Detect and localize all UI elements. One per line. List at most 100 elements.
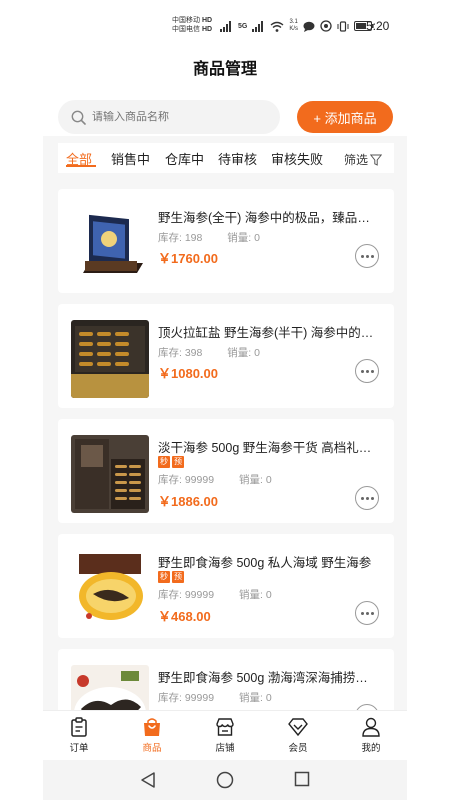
product-card[interactable]: 淡干海参 500g 野生海参干货 高档礼盒装 秒 预 库存: 99999 销量:… — [58, 419, 394, 523]
vibrate-icon — [337, 20, 349, 32]
status-bar: 中国移动 HD 中国电信 HD 5G 3.1 K/s 5:20 — [0, 0, 450, 40]
tabbar-label-products: 商品 — [142, 743, 162, 754]
wifi-icon — [270, 21, 284, 32]
presale-tag: 预 — [172, 571, 184, 583]
more-actions-button[interactable] — [355, 486, 379, 510]
sales-label: 销量: — [238, 692, 263, 704]
filter-button[interactable]: 筛选 — [344, 151, 383, 168]
status-icons: 5G 3.1 K/s — [220, 18, 374, 34]
flash-sale-tag: 秒 — [158, 456, 170, 468]
tabbar-label-mine: 我的 — [361, 743, 381, 754]
hd-badge-2: HD — [201, 26, 213, 33]
signal-icon — [220, 20, 231, 32]
tabbar-label-members: 会员 — [288, 743, 308, 754]
product-card[interactable]: 顶火拉缸盐 野生海参(半干) 海参中的极品 500g 库存: 398 销量: 0… — [58, 304, 394, 408]
status-tabs: 全部 销售中 仓库中 待审核 审核失败 筛选 — [58, 143, 394, 173]
product-tags: 秒 预 — [158, 571, 184, 583]
tab-in-warehouse[interactable]: 仓库中 — [165, 149, 204, 168]
filter-icon — [370, 154, 383, 166]
sales-label: 销量: — [238, 589, 263, 601]
flash-sale-tag: 秒 — [158, 571, 170, 583]
product-title: 野生即食海参 500g 渤海湾深海捕捞海参 — [158, 671, 380, 685]
recents-icon[interactable] — [294, 771, 310, 787]
sales-value: 0 — [265, 474, 272, 486]
sales-label: 销量: — [238, 474, 263, 486]
more-icon — [360, 496, 364, 500]
search-bar[interactable] — [58, 100, 280, 134]
more-icon — [360, 369, 364, 373]
network-speed: 3.1 K/s — [289, 19, 298, 33]
bottom-tab-bar: 订单 商品 店铺 会员 我的 — [43, 710, 407, 760]
stock-label: 库存: — [158, 347, 182, 359]
stock-value: 398 — [184, 347, 203, 359]
product-image — [71, 435, 149, 513]
product-price: ￥1886.00 — [158, 494, 218, 509]
home-icon[interactable] — [216, 771, 234, 789]
diamond-icon — [288, 718, 308, 737]
product-title: 野生即食海参 500g 私人海域 野生海参 — [158, 556, 372, 570]
tab-pending-review[interactable]: 待审核 — [218, 149, 257, 168]
tab-review-failed[interactable]: 审核失败 — [271, 149, 323, 168]
product-title: 野生海参(全干) 海参中的极品，臻品海参 500g — [158, 211, 380, 225]
product-price: ￥1760.00 — [158, 251, 218, 266]
product-image — [71, 550, 149, 628]
product-title: 淡干海参 500g 野生海参干货 高档礼盒装 — [158, 441, 380, 455]
stock-label: 库存: — [158, 474, 182, 486]
active-tab-indicator — [66, 165, 96, 167]
sales-value: 0 — [265, 692, 272, 704]
more-actions-button[interactable] — [355, 359, 379, 383]
signal-icon-2 — [252, 20, 264, 32]
sales-value: 0 — [254, 232, 260, 244]
product-image — [71, 665, 149, 710]
product-price: ￥468.00 — [158, 609, 211, 624]
product-card[interactable]: 野生海参(全干) 海参中的极品，臻品海参 500g 库存: 198 销量: 0 … — [58, 189, 394, 293]
more-actions-button[interactable] — [355, 244, 379, 268]
sales-label: 销量: — [227, 232, 252, 244]
product-stats: 库存: 99999 销量: 0 — [158, 472, 272, 487]
system-navigation-bar — [43, 760, 407, 800]
tabbar-item-mine[interactable]: 我的 — [341, 717, 401, 754]
sales-label: 销量: — [227, 347, 252, 359]
page-title: 商品管理 — [192, 61, 257, 78]
search-icon — [71, 110, 86, 125]
order-icon — [71, 717, 87, 737]
stock-value: 198 — [184, 232, 203, 244]
tabbar-item-store[interactable]: 店铺 — [195, 717, 255, 754]
user-icon — [362, 717, 380, 737]
tabbar-item-orders[interactable]: 订单 — [49, 717, 109, 754]
carrier-info: 中国移动 HD 中国电信 HD — [172, 16, 212, 34]
stock-value: 99999 — [184, 692, 215, 704]
product-image — [71, 205, 149, 283]
carrier-2: 中国电信 — [172, 26, 200, 33]
more-actions-button[interactable] — [355, 601, 379, 625]
tabbar-item-members[interactable]: 会员 — [268, 717, 328, 754]
more-icon — [360, 254, 364, 258]
back-icon[interactable] — [140, 771, 156, 789]
tabbar-item-products[interactable]: 商品 — [122, 717, 182, 754]
presale-tag: 预 — [172, 456, 184, 468]
carrier-1: 中国移动 — [172, 17, 200, 24]
product-card[interactable]: 野生即食海参 500g 私人海域 野生海参 秒 预 库存: 99999 销量: … — [58, 534, 394, 638]
sales-value: 0 — [254, 347, 260, 359]
product-title: 顶火拉缸盐 野生海参(半干) 海参中的极品 500g — [158, 326, 380, 340]
message-icon — [303, 21, 315, 32]
add-product-button[interactable]: + 添加商品 — [297, 101, 393, 133]
speed-value: 3.1 — [289, 19, 298, 25]
product-stats: 库存: 398 销量: 0 — [158, 345, 260, 360]
stock-value: 99999 — [184, 589, 215, 601]
product-tags: 秒 预 — [158, 456, 184, 468]
tab-on-sale[interactable]: 销售中 — [111, 149, 150, 168]
product-stats: 库存: 198 销量: 0 — [158, 230, 260, 245]
stock-label: 库存: — [158, 589, 182, 601]
tabbar-label-orders: 订单 — [69, 743, 89, 754]
search-input[interactable] — [92, 111, 262, 123]
app-notification-icon — [320, 20, 332, 32]
bag-icon — [144, 718, 160, 736]
product-stats: 库存: 99999 销量: 0 — [158, 690, 272, 705]
stock-value: 99999 — [184, 474, 215, 486]
store-icon — [216, 718, 234, 736]
clock: 5:20 — [366, 19, 390, 33]
stock-label: 库存: — [158, 692, 182, 704]
network-type: 5G — [238, 22, 248, 30]
product-card[interactable]: 野生即食海参 500g 渤海湾深海捕捞海参 库存: 99999 销量: 0 — [58, 649, 394, 710]
